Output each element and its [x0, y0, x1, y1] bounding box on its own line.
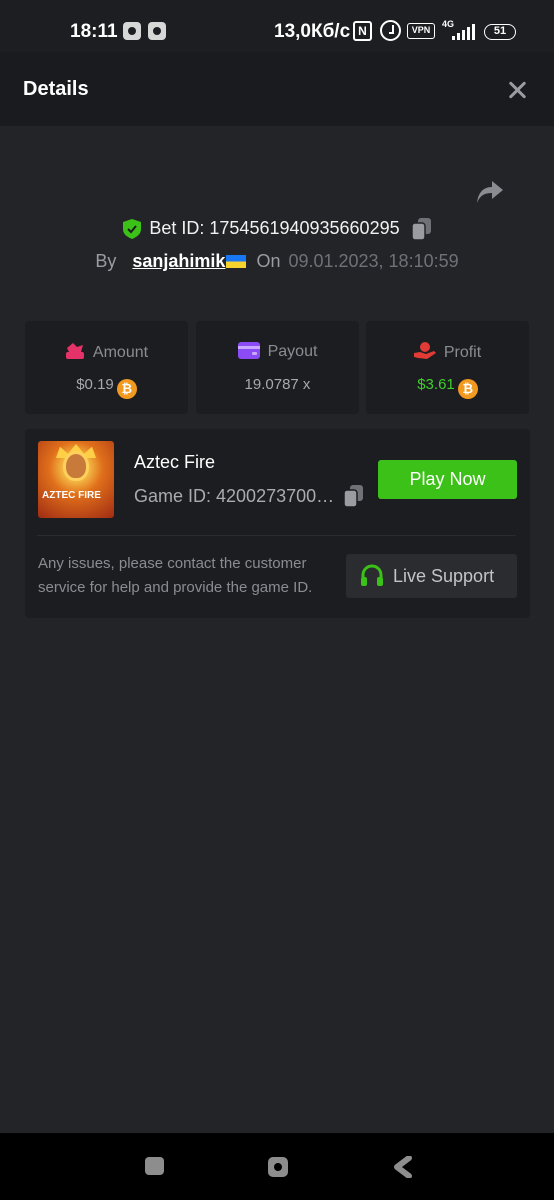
- share-icon[interactable]: [475, 178, 505, 206]
- profit-card: Profit $3.61 ₿: [366, 321, 529, 414]
- bet-id-line: Bet ID: 1754561940935660295: [0, 218, 554, 244]
- alarm-icon: [380, 20, 401, 41]
- profit-value: $3.61: [417, 376, 455, 393]
- payout-card: Payout 19.0787 x: [196, 321, 359, 414]
- game-thumbnail[interactable]: AZTEC FIRE: [38, 441, 114, 518]
- amount-card: Amount $0.19 ₿: [25, 321, 188, 414]
- support-note: Any issues, please contact the customer …: [38, 555, 313, 596]
- copy-icon[interactable]: [411, 218, 431, 241]
- back-button[interactable]: [393, 1156, 413, 1178]
- wallet-icon: [237, 342, 260, 359]
- battery-icon: 51: [484, 24, 516, 40]
- close-icon[interactable]: [504, 77, 530, 103]
- network-speed: 13,0Кб/с: [274, 21, 351, 42]
- divider: [37, 535, 516, 536]
- thumbnail-logo: AZTEC FIRE: [42, 490, 101, 501]
- live-support-label: Live Support: [393, 566, 495, 586]
- recents-button[interactable]: [145, 1157, 164, 1175]
- game-name: Aztec Fire: [134, 452, 216, 472]
- amount-value: $0.19: [76, 376, 114, 393]
- bet-id: Bet ID: 1754561940935660295: [149, 218, 400, 238]
- page-title: Details: [23, 78, 89, 100]
- signal-icon: [452, 24, 476, 40]
- headset-icon: [361, 564, 383, 586]
- by-label: By: [95, 251, 117, 271]
- ukraine-flag-icon: [226, 255, 247, 268]
- payout-label: Payout: [267, 343, 318, 360]
- nfc-icon: N: [353, 21, 372, 41]
- notification-icon: [148, 22, 166, 40]
- game-id: Game ID: 420027370000000000000: [134, 486, 344, 506]
- amount-label: Amount: [92, 344, 149, 361]
- bet-meta: By sanjahimik On 09.01.2023, 18:10:59: [0, 251, 554, 272]
- notification-icon: [123, 22, 141, 40]
- status-time: 18:11: [70, 21, 118, 42]
- on-label: On: [256, 251, 281, 271]
- bet-date: 09.01.2023, 18:10:59: [288, 251, 459, 271]
- play-now-button[interactable]: Play Now: [378, 460, 517, 499]
- bitcoin-icon: ₿: [116, 379, 137, 399]
- profit-label: Profit: [443, 344, 482, 361]
- copy-icon[interactable]: [344, 485, 363, 507]
- username-link[interactable]: sanjahimik: [132, 251, 247, 271]
- live-support-button[interactable]: Live Support: [346, 554, 517, 598]
- payout-value: 19.0787 x: [244, 376, 311, 393]
- bitcoin-icon: ₿: [457, 379, 478, 399]
- money-bag-icon: [65, 343, 84, 359]
- shield-icon: [123, 219, 142, 240]
- hand-coin-icon: [413, 342, 436, 359]
- home-button[interactable]: [268, 1157, 288, 1177]
- vpn-icon: VPN: [407, 23, 435, 39]
